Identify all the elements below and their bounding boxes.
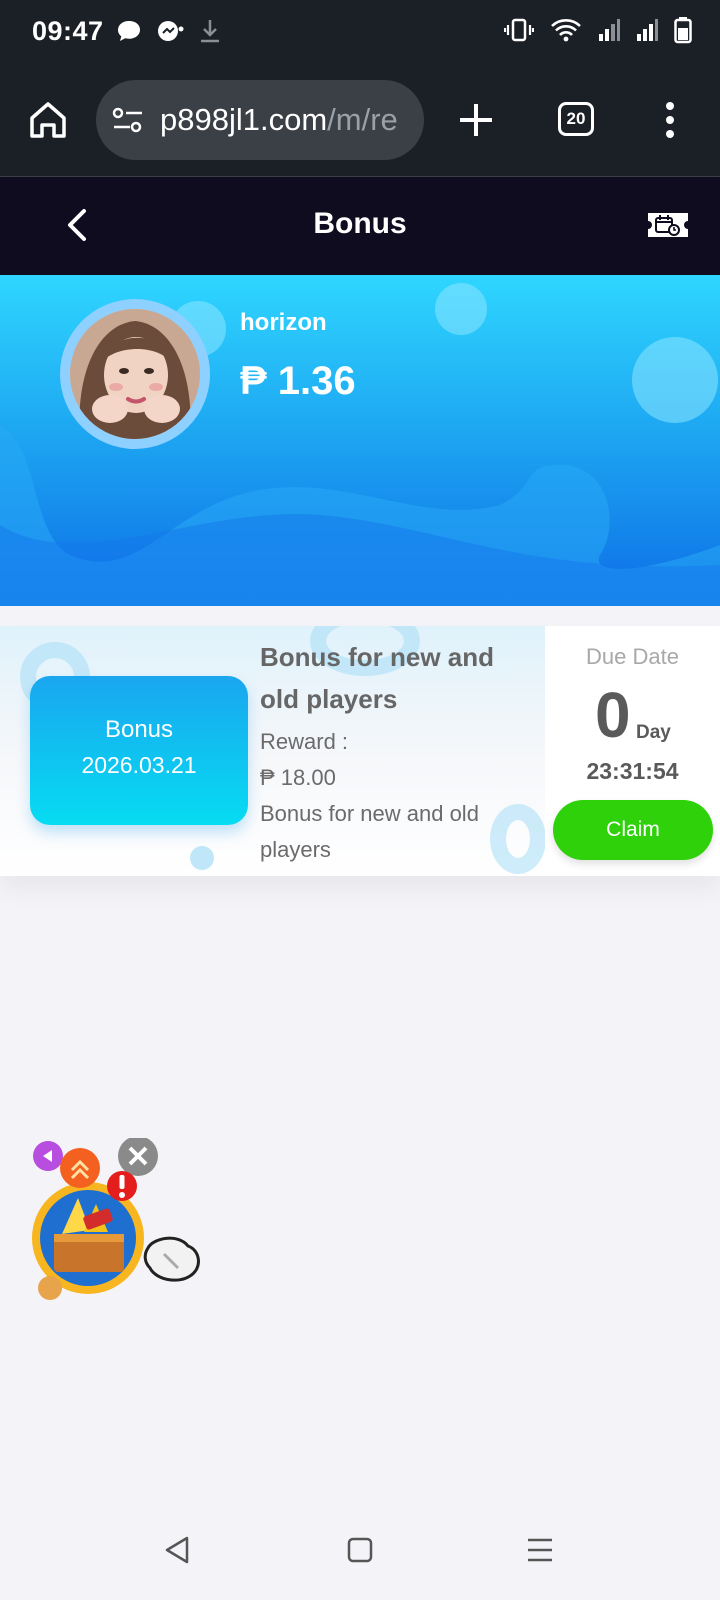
bonus-title: Bonus for new and old players: [260, 642, 494, 714]
plus-icon[interactable]: [454, 98, 498, 142]
due-days: 0: [595, 679, 631, 751]
tab-count: 20: [566, 109, 586, 128]
due-date-label: Due Date: [586, 644, 679, 669]
url-domain: p898jl1.com: [160, 102, 328, 137]
nav-back-icon[interactable]: [163, 1535, 193, 1565]
avatar[interactable]: [60, 299, 210, 449]
claim-label: Claim: [606, 818, 660, 841]
bonus-card-info: Bonus 2026.03.21 Bonus for new and old p…: [0, 626, 545, 876]
signal-icon: [599, 19, 620, 41]
url-path: /m/re: [327, 102, 398, 137]
vibrate-icon: [504, 18, 534, 42]
home-icon[interactable]: [26, 98, 70, 142]
more-vert-icon[interactable]: [656, 100, 684, 140]
signal-icon-2: [637, 19, 658, 41]
battery-icon: [674, 17, 692, 44]
status-time: 09:47: [32, 16, 104, 46]
decorative-bubble: [190, 846, 214, 870]
claim-button[interactable]: Claim: [553, 800, 713, 860]
tabs-icon[interactable]: 20: [558, 102, 594, 136]
due-date-panel: Due Date 0 Day 23:31:54 Claim: [545, 626, 720, 876]
address-bar[interactable]: p898jl1.com/m/re: [96, 80, 424, 160]
download-icon: [201, 20, 219, 43]
due-day-unit: Day: [636, 722, 671, 743]
avatar-image: [70, 309, 200, 439]
balance: ₱ 1.36: [240, 359, 356, 403]
user-photo-icon: [70, 309, 200, 439]
status-system-icons: [504, 16, 692, 44]
app-header: Bonus: [0, 177, 720, 275]
countdown-timer: 23:31:54: [586, 758, 679, 784]
username: horizon: [240, 309, 327, 336]
floating-promo-widget[interactable]: [28, 1136, 208, 1318]
bonus-details: Reward : ₱ 18.00 Bonus for new and old p…: [260, 724, 530, 868]
bonus-description: Bonus for new and old players: [260, 801, 479, 862]
profile-banner: horizon ₱ 1.36: [0, 275, 720, 606]
system-nav-bar: [0, 1500, 720, 1600]
url-text: p898jl1.com/m/re: [160, 102, 398, 138]
bonus-tile-date: 2026.03.21: [81, 752, 197, 778]
nav-home-icon[interactable]: [347, 1537, 373, 1563]
wifi-icon: [551, 19, 581, 42]
status-bar: 09:47: [0, 0, 720, 64]
chat-bubble-icon: [118, 21, 140, 41]
reward-label: Reward :: [260, 729, 349, 754]
bonus-card: Bonus 2026.03.21 Bonus for new and old p…: [0, 626, 720, 876]
bonus-tile-label: Bonus: [104, 716, 174, 743]
nav-menu-icon[interactable]: [526, 1537, 554, 1563]
reward-amount: ₱ 18.00: [260, 765, 336, 790]
messenger-icon: [158, 21, 184, 41]
browser-toolbar: p898jl1.com/m/re 20: [0, 64, 720, 177]
ticket-icon[interactable]: [646, 209, 690, 241]
page-title: Bonus: [313, 207, 407, 240]
tune-icon[interactable]: [112, 106, 144, 134]
bonus-tile: Bonus 2026.03.21: [30, 676, 248, 825]
treasure-chest-icon[interactable]: [28, 1136, 208, 1318]
status-notification-icons: [116, 18, 222, 44]
